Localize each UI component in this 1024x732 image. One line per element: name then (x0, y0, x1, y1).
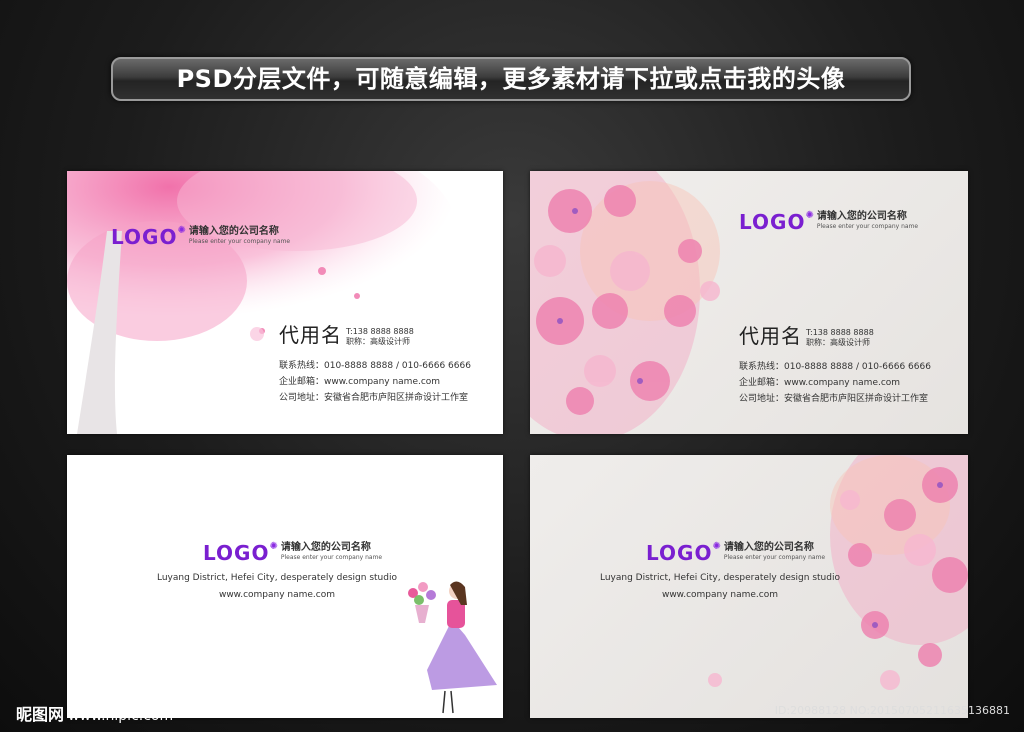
business-card-back-1: LOGO ✺ 请输入您的公司名称 Please enter your compa… (67, 455, 503, 718)
site-watermark: 昵图网 www.nipic.com (16, 701, 173, 725)
flower-icon: ✺ (712, 541, 721, 552)
company-name: 请输入您的公司名称 (816, 211, 907, 222)
phone: T:138 8888 8888 (806, 328, 874, 337)
person-name: 代用名 (279, 323, 342, 347)
address-line: 公司地址：安徽省合肥市庐阳区拼命设计工作室 (739, 394, 929, 404)
company-name: 请输入您的公司名称 (188, 226, 279, 237)
logo: LOGO ✺ 请输入您的公司名称 Please enter your compa… (111, 225, 291, 249)
logo: LOGO ✺ 请输入您的公司名称 Please enter your compa… (646, 541, 826, 565)
address-line: 公司地址：安徽省合肥市庐阳区拼命设计工作室 (279, 393, 469, 403)
business-card-front-2: LOGO ✺ 请输入您的公司名称 Please enter your compa… (530, 171, 968, 434)
logo-word: LOGO (111, 225, 178, 249)
site-name: 昵图网 (16, 705, 65, 724)
phone: T:138 8888 8888 (346, 327, 414, 336)
company-name: 请输入您的公司名称 (723, 542, 814, 553)
logo-word: LOGO (739, 210, 806, 234)
person-name: 代用名 (739, 324, 802, 348)
flower-icon: ✺ (805, 210, 814, 221)
logo-word: LOGO (646, 541, 713, 565)
website: www.company name.com (661, 590, 779, 600)
contact-line: 联系热线：010-8888 8888 / 010-6666 6666 (279, 361, 471, 371)
girl-illustration (408, 581, 497, 714)
email-line: 企业邮箱：www.company name.com (739, 378, 901, 388)
top-banner: PSD分层文件，可随意编辑，更多素材请下拉或点击我的头像 (111, 57, 911, 101)
flower-icon: ✺ (177, 225, 186, 236)
company-name-en: Please enter your company name (188, 238, 291, 245)
contact-info: 联系热线：010-8888 8888 / 010-6666 6666 企业邮箱：… (279, 358, 471, 406)
contact-info: 联系热线：010-8888 8888 / 010-6666 6666 企业邮箱：… (739, 359, 931, 407)
job-title: 职称：高级设计师 (806, 338, 870, 347)
company-name-en: Please enter your company name (816, 223, 919, 230)
business-card-front-1: LOGO ✺ 请输入您的公司名称 Please enter your compa… (67, 171, 503, 434)
contact-line: 联系热线：010-8888 8888 / 010-6666 6666 (739, 362, 931, 372)
address-block: Luyang District, Hefei City, desperately… (570, 570, 870, 604)
address-en: Luyang District, Hefei City, desperately… (600, 573, 840, 583)
person-block: 代用名 T:138 8888 8888 职称：高级设计师 (279, 323, 414, 347)
person-block: 代用名 T:138 8888 8888 职称：高级设计师 (739, 324, 874, 348)
job-title: 职称：高级设计师 (346, 337, 410, 346)
company-name-en: Please enter your company name (723, 554, 826, 561)
business-card-back-2: LOGO ✺ 请输入您的公司名称 Please enter your compa… (530, 455, 968, 718)
logo: LOGO ✺ 请输入您的公司名称 Please enter your compa… (739, 210, 919, 234)
image-id: ID:20988128 NO:20150705211635136881 (774, 704, 1010, 717)
site-url: www.nipic.com (68, 708, 174, 724)
email-line: 企业邮箱：www.company name.com (279, 377, 441, 387)
